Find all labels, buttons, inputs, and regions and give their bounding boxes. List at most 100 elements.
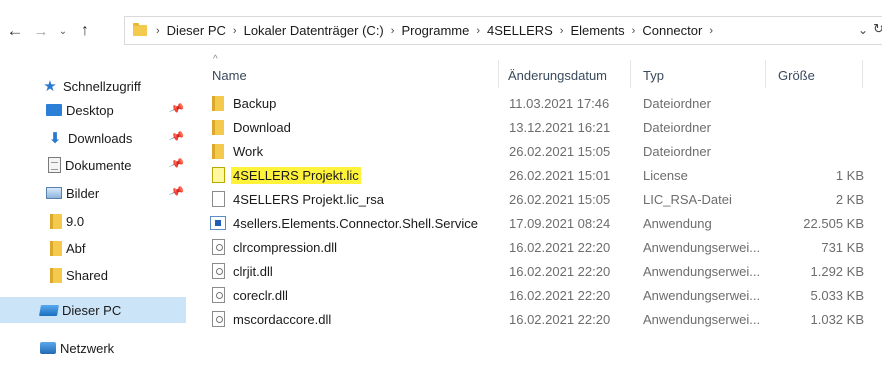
file-type: Dateiordner	[643, 119, 711, 135]
breadcrumb-elements[interactable]: Elements	[570, 23, 624, 38]
file-type: LIC_RSA-Datei	[643, 191, 732, 207]
breadcrumb-lokaler-datentraeger[interactable]: Lokaler Datenträger (C:)	[244, 23, 384, 38]
file-size: 2 KB	[835, 191, 864, 207]
file-date: 26.02.2021 15:05	[509, 143, 611, 159]
breadcrumb-separator[interactable]: ›	[560, 25, 564, 37]
up-button[interactable]: ↑	[74, 14, 96, 48]
column-divider[interactable]	[498, 60, 499, 88]
file-row-download[interactable]: Download 13.12.2021 16:21 Dateiordner	[190, 115, 882, 139]
breadcrumb-separator[interactable]: ›	[391, 25, 395, 37]
file-row-mscordaccore-dll[interactable]: mscordaccore.dll 16.02.2021 22:20 Anwend…	[190, 307, 882, 331]
file-row-4sellers-projekt-lic[interactable]: 4SELLERS Projekt.lic 26.02.2021 15:01 Li…	[190, 163, 882, 187]
file-date: 16.02.2021 22:20	[509, 263, 611, 279]
breadcrumb-separator[interactable]: ›	[476, 25, 480, 37]
column-header-date[interactable]: Änderungsdatum	[508, 62, 607, 88]
sidebar-item-bilder[interactable]: Bilder 📌	[0, 181, 186, 205]
folder-icon	[50, 240, 62, 256]
column-header-size[interactable]: Größe	[778, 62, 815, 88]
file-date: 17.09.2021 08:24	[509, 215, 611, 231]
sidebar-item-label: Abf	[66, 240, 86, 256]
back-button[interactable]: ←	[2, 14, 28, 48]
file-row-clrjit-dll[interactable]: clrjit.dll 16.02.2021 22:20 Anwendungser…	[190, 259, 882, 283]
refresh-icon[interactable]: ↻	[873, 21, 882, 37]
sidebar-item-schnellzugriff[interactable]: ★ Schnellzugriff	[0, 74, 186, 98]
file-name: Work	[233, 143, 264, 159]
file-row-shell-service[interactable]: 4sellers.Elements.Connector.Shell.Servic…	[190, 211, 882, 235]
file-date: 16.02.2021 22:20	[509, 287, 611, 303]
folder-icon	[50, 267, 62, 283]
column-divider[interactable]	[765, 60, 766, 88]
desktop-icon	[46, 104, 62, 116]
breadcrumb-4sellers[interactable]: 4SELLERS	[487, 23, 553, 38]
address-dropdown-icon[interactable]: ⌄	[858, 23, 868, 37]
breadcrumb-programme[interactable]: Programme	[401, 23, 469, 38]
breadcrumb-separator[interactable]: ›	[233, 25, 237, 37]
file-name: 4sellers.Elements.Connector.Shell.Servic…	[233, 215, 478, 231]
file-type: Anwendung	[643, 215, 712, 231]
file-size: 1.292 KB	[810, 263, 865, 279]
file-date: 26.02.2021 15:05	[509, 191, 611, 207]
dll-file-icon	[210, 287, 226, 303]
forward-button[interactable]: →	[30, 14, 52, 48]
column-header-name[interactable]: Name	[212, 62, 247, 88]
sidebar-item-downloads[interactable]: ⬇ Downloads 📌	[0, 126, 186, 150]
file-name: 4SELLERS Projekt.lic_rsa	[233, 191, 385, 207]
sidebar-item-label: Dokumente	[65, 157, 132, 173]
file-row-work[interactable]: Work 26.02.2021 15:05 Dateiordner	[190, 139, 882, 163]
network-icon	[40, 342, 56, 354]
file-size: 1.032 KB	[810, 311, 865, 327]
folder-icon	[50, 213, 62, 229]
sidebar-item-label: Netzwerk	[60, 340, 115, 356]
file-date: 11.03.2021 17:46	[509, 95, 610, 111]
file-name: Backup	[233, 95, 277, 111]
sidebar-item-9-0[interactable]: 9.0	[0, 209, 186, 233]
file-list: Name Änderungsdatum Typ Größe Backup 11.…	[190, 52, 882, 380]
recent-locations-button[interactable]: ⌄	[54, 14, 72, 48]
sidebar-item-shared[interactable]: Shared	[0, 263, 186, 287]
column-header-type[interactable]: Typ	[643, 62, 664, 88]
file-row-4sellers-projekt-lic-rsa[interactable]: 4SELLERS Projekt.lic_rsa 26.02.2021 15:0…	[190, 187, 882, 211]
file-row-coreclr-dll[interactable]: coreclr.dll 16.02.2021 22:20 Anwendungse…	[190, 283, 882, 307]
file-date: 16.02.2021 22:20	[509, 311, 611, 327]
file-type: Dateiordner	[643, 95, 711, 111]
sidebar-item-dokumente[interactable]: Dokumente 📌	[0, 153, 186, 177]
file-date: 13.12.2021 16:21	[509, 119, 611, 135]
pin-icon: 📌	[168, 128, 186, 145]
arrow-left-icon: ←	[6, 21, 24, 40]
pin-icon: 📌	[168, 183, 186, 200]
file-name: Download	[233, 119, 291, 135]
column-divider[interactable]	[862, 60, 863, 88]
file-row-backup[interactable]: Backup 11.03.2021 17:46 Dateiordner	[190, 91, 882, 115]
sidebar-item-abf[interactable]: Abf	[0, 236, 186, 260]
folder-icon	[210, 143, 226, 159]
file-size	[770, 115, 864, 139]
file-size	[770, 91, 864, 115]
breadcrumb-separator[interactable]: ›	[709, 25, 713, 37]
file-name: clrcompression.dll	[233, 239, 338, 255]
folder-icon	[133, 23, 147, 36]
file-name: mscordaccore.dll	[233, 311, 332, 327]
column-divider[interactable]	[630, 60, 631, 88]
address-bar[interactable]: › Dieser PC › Lokaler Datenträger (C:) ›…	[124, 16, 882, 45]
breadcrumb-connector[interactable]: Connector	[642, 23, 702, 38]
license-file-icon	[210, 167, 226, 183]
file-name: coreclr.dll	[233, 287, 288, 303]
file-icon	[210, 191, 226, 207]
sidebar-item-netzwerk[interactable]: Netzwerk	[0, 336, 186, 360]
file-name: 4SELLERS Projekt.lic	[231, 166, 361, 184]
arrow-up-icon: ↑	[81, 22, 89, 39]
file-size	[770, 139, 864, 163]
sidebar-item-desktop[interactable]: Desktop 📌	[0, 98, 186, 122]
breadcrumb-separator[interactable]: ›	[632, 25, 636, 37]
breadcrumb-dieser-pc[interactable]: Dieser PC	[167, 23, 226, 38]
file-date: 16.02.2021 22:20	[509, 239, 611, 255]
breadcrumb-separator[interactable]: ›	[156, 25, 160, 37]
sidebar-item-label: Schnellzugriff	[63, 78, 141, 94]
pin-icon: 📌	[168, 155, 186, 172]
file-name: clrjit.dll	[233, 263, 273, 279]
sidebar-item-dieser-pc[interactable]: Dieser PC	[0, 297, 186, 323]
file-type: Anwendungserwei...	[643, 311, 761, 327]
file-row-clrcompression-dll[interactable]: clrcompression.dll 16.02.2021 22:20 Anwe…	[190, 235, 882, 259]
chevron-down-icon: ⌄	[58, 25, 68, 37]
download-icon: ⬇	[48, 130, 62, 147]
